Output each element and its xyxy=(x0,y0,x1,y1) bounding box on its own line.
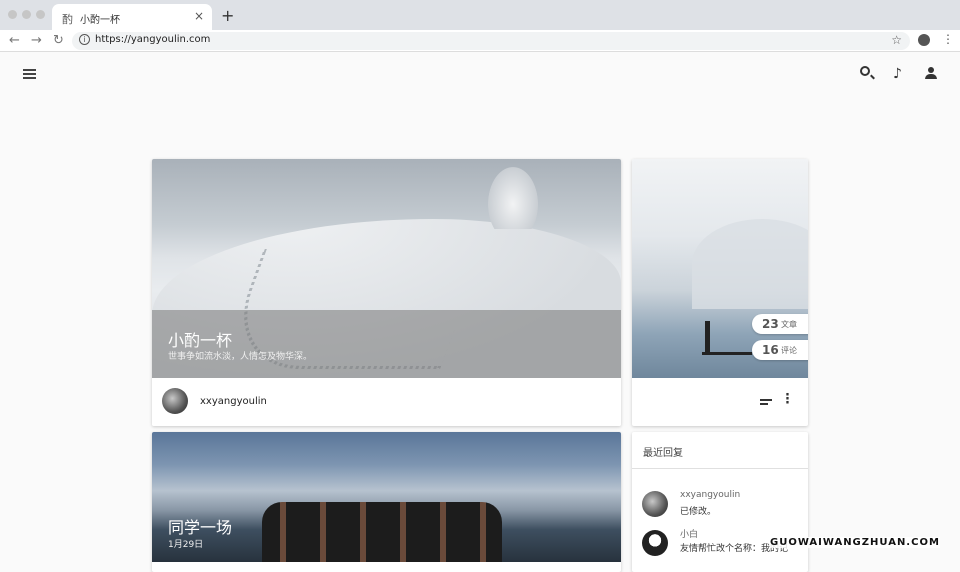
music-icon[interactable]: ♪ xyxy=(893,66,902,82)
address-bar-row: ← → ↻ i https://yangyoulin.com ☆ ⋮ xyxy=(0,30,960,52)
sort-icon[interactable] xyxy=(760,399,772,407)
hero-subtitle: 世事争如流水淡，人情怎及物华深。 xyxy=(168,352,313,362)
post-card[interactable]: 同学一场 1月29日 xyxy=(152,432,621,572)
avatar[interactable] xyxy=(642,530,668,556)
post-title[interactable]: 同学一场 xyxy=(168,514,232,538)
comments-label: 评论 xyxy=(781,346,797,355)
minimize-window-button[interactable] xyxy=(22,10,31,19)
reply-text[interactable]: 已修改。 xyxy=(680,504,716,517)
browser-tab[interactable]: 酌 小酌一杯 × xyxy=(52,4,212,30)
watermark: GUOWAIWANGZHUAN.COM xyxy=(770,537,940,548)
browser-tab-strip: 酌 小酌一杯 × + xyxy=(0,0,960,30)
search-icon[interactable] xyxy=(860,66,870,76)
reply-author[interactable]: 小白 xyxy=(680,527,698,540)
new-tab-icon[interactable]: + xyxy=(221,6,234,25)
account-icon[interactable] xyxy=(918,34,930,46)
url-text[interactable]: https://yangyoulin.com xyxy=(95,34,210,45)
hero-footer: xxyangyoulin xyxy=(152,378,621,426)
more-options-icon[interactable]: · · · xyxy=(785,389,790,410)
reload-icon[interactable]: ↻ xyxy=(53,33,64,48)
close-window-button[interactable] xyxy=(8,10,17,19)
post-date: 1月29日 xyxy=(168,540,204,550)
menu-icon[interactable] xyxy=(23,69,36,79)
post-image xyxy=(152,432,621,562)
recent-replies-card: 最近回复 xxyangyoulin 已修改。 小白 友情帮忙改个名称：我的记 xyxy=(632,432,808,572)
hero-card[interactable]: 小酌一杯 世事争如流水淡，人情怎及物华深。 xxyangyoulin xyxy=(152,159,621,426)
info-icon[interactable]: i xyxy=(79,34,90,45)
forward-icon[interactable]: → xyxy=(31,33,42,48)
tab-title: 小酌一杯 xyxy=(80,15,120,26)
person-icon[interactable] xyxy=(925,67,937,79)
recent-replies-title: 最近回复 xyxy=(643,448,683,459)
author-name[interactable]: xxyangyoulin xyxy=(200,396,267,407)
divider xyxy=(632,468,808,469)
favicon-icon: 酌 xyxy=(62,13,73,26)
omnibox[interactable]: i https://yangyoulin.com ☆ xyxy=(72,32,910,50)
close-tab-icon[interactable]: × xyxy=(194,9,204,23)
posts-count-pill[interactable]: 23 文章 xyxy=(752,314,808,334)
hero-title: 小酌一杯 xyxy=(168,331,233,350)
back-icon[interactable]: ← xyxy=(9,33,20,48)
reply-author[interactable]: xxyangyoulin xyxy=(680,490,740,500)
star-icon[interactable]: ☆ xyxy=(891,33,902,47)
comments-count-pill[interactable]: 16 评论 xyxy=(752,340,808,360)
avatar[interactable] xyxy=(642,491,668,517)
more-icon[interactable]: ⋮ xyxy=(942,32,954,46)
profile-card: 23 文章 16 评论 · · · xyxy=(632,159,808,426)
comments-count: 16 xyxy=(762,343,779,357)
posts-count: 23 xyxy=(762,317,779,331)
maximize-window-button[interactable] xyxy=(36,10,45,19)
posts-label: 文章 xyxy=(781,320,797,329)
avatar[interactable] xyxy=(162,388,188,414)
